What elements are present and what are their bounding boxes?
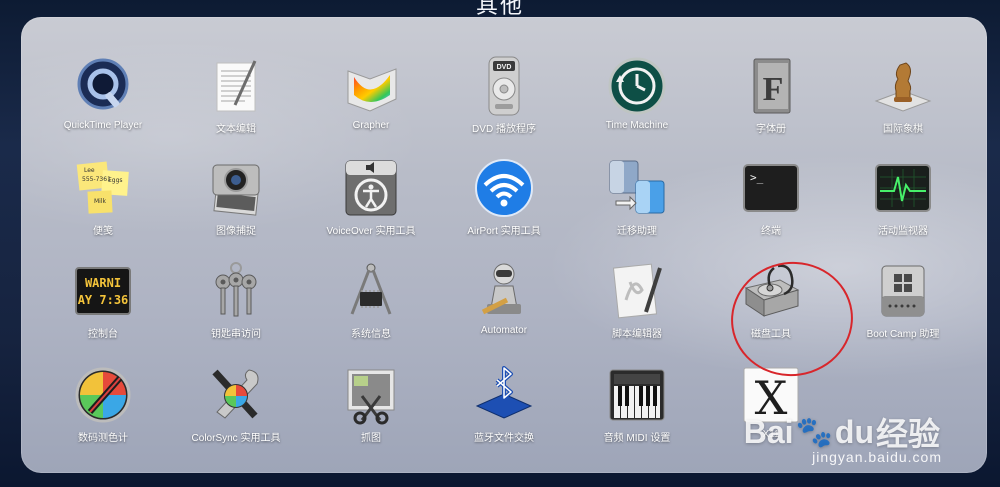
app-label: 活动监视器 <box>878 226 928 237</box>
watermark-du: du <box>834 413 874 450</box>
app-label: 迁移助理 <box>617 226 657 237</box>
colorsync-icon <box>205 364 267 426</box>
chess-icon <box>872 55 934 117</box>
grab-icon <box>340 364 402 426</box>
console-warning-text: WARNI <box>85 276 121 290</box>
app-label: Grapher <box>352 120 390 131</box>
app-image-capture[interactable]: 图像捕捉 <box>176 157 296 257</box>
app-console[interactable]: WARNI AY 7:36 控制台 <box>43 260 163 360</box>
boot-camp-icon <box>872 260 934 322</box>
app-label: 钥匙串访问 <box>211 329 261 340</box>
app-label: 脚本编辑器 <box>612 329 662 340</box>
automator-icon <box>473 260 535 322</box>
app-label: 控制台 <box>88 329 118 340</box>
console-time-text: AY 7:36 <box>78 293 129 307</box>
terminal-prompt-text: >_ <box>750 171 764 184</box>
app-stickies[interactable]: Lee 555-7361 Eggs Milk 便笺 <box>43 157 163 257</box>
app-activity-monitor[interactable]: 活动监视器 <box>843 157 963 257</box>
app-bluetooth-file-exchange[interactable]: 蓝牙文件交换 <box>444 364 564 464</box>
app-keychain-access[interactable]: 钥匙串访问 <box>176 260 296 360</box>
app-font-book[interactable]: F 字体册 <box>711 55 831 155</box>
app-label: 蓝牙文件交换 <box>474 433 534 444</box>
app-textedit[interactable]: 文本编辑 <box>176 55 296 155</box>
watermark-brand: Bai <box>743 413 794 450</box>
app-label: 系统信息 <box>351 329 391 340</box>
keychain-icon <box>205 260 267 322</box>
dvd-player-icon: DVD <box>473 55 535 117</box>
time-machine-icon <box>606 55 668 117</box>
textedit-icon <box>205 55 267 117</box>
watermark-url: jingyan.baidu.com <box>812 449 942 465</box>
airport-icon <box>473 157 535 219</box>
stickies-icon: Lee 555-7361 Eggs Milk <box>72 157 134 219</box>
app-label: 数码测色计 <box>78 433 128 444</box>
app-audio-midi-setup[interactable]: 音频 MIDI 设置 <box>577 364 697 464</box>
system-information-icon <box>340 260 402 322</box>
app-terminal[interactable]: >_ 终端 <box>711 157 831 257</box>
app-boot-camp-assistant[interactable]: Boot Camp 助理 <box>843 260 963 360</box>
app-automator[interactable]: Automator <box>444 260 564 360</box>
app-label: 字体册 <box>756 124 786 135</box>
font-book-letter: F <box>763 71 784 108</box>
sticky-note-text: Eggs <box>108 177 123 184</box>
app-migration-assistant[interactable]: 迁移助理 <box>577 157 697 257</box>
app-grab[interactable]: 抓图 <box>311 364 431 464</box>
sticky-note-text: Lee <box>84 167 95 174</box>
app-label: AirPort 实用工具 <box>467 226 541 237</box>
app-label: 终端 <box>761 226 781 237</box>
app-script-editor[interactable]: 脚本编辑器 <box>577 260 697 360</box>
sticky-note-text: Milk <box>94 198 107 205</box>
app-chess[interactable]: 国际象棋 <box>843 55 963 155</box>
app-voiceover-utility[interactable]: VoiceOver 实用工具 <box>311 157 431 257</box>
app-label: 便笺 <box>93 226 113 237</box>
digital-color-meter-icon <box>72 364 134 426</box>
script-editor-icon <box>606 260 668 322</box>
app-grapher[interactable]: Grapher <box>311 55 431 155</box>
voiceover-icon <box>340 157 402 219</box>
app-label: 文本编辑 <box>216 124 256 135</box>
app-label: DVD 播放程序 <box>472 124 536 135</box>
app-label: Boot Camp 助理 <box>866 329 940 340</box>
bluetooth-icon <box>473 364 535 426</box>
app-label: 图像捕捉 <box>216 226 256 237</box>
app-time-machine[interactable]: Time Machine <box>577 55 697 155</box>
app-dvd-player[interactable]: DVD DVD 播放程序 <box>444 55 564 155</box>
font-book-icon: F <box>740 55 802 117</box>
app-label: VoiceOver 实用工具 <box>326 226 416 237</box>
terminal-icon: >_ <box>740 157 802 219</box>
launchpad-folder-panel: QuickTime Player 文本编辑 Grapher DVD DVD 播放… <box>21 17 987 473</box>
app-airport-utility[interactable]: AirPort 实用工具 <box>444 157 564 257</box>
app-system-information[interactable]: 系统信息 <box>311 260 431 360</box>
app-grid: QuickTime Player 文本编辑 Grapher DVD DVD 播放… <box>21 17 987 473</box>
console-icon: WARNI AY 7:36 <box>72 260 134 322</box>
app-label: 音频 MIDI 设置 <box>603 433 671 444</box>
image-capture-icon <box>205 157 267 219</box>
quicktime-icon <box>72 55 134 117</box>
app-label: 国际象棋 <box>883 124 923 135</box>
app-label: Automator <box>480 325 528 336</box>
app-colorsync-utility[interactable]: ColorSync 实用工具 <box>176 364 296 464</box>
sticky-note-text: 555-7361 <box>82 176 111 183</box>
app-label: QuickTime Player <box>63 120 143 131</box>
audio-midi-icon <box>606 364 668 426</box>
dvd-logo-text: DVD <box>497 64 512 71</box>
app-label: Time Machine <box>605 120 669 131</box>
app-quicktime-player[interactable]: QuickTime Player <box>43 55 163 155</box>
baidu-paw-icon: 🐾 <box>795 415 833 449</box>
migration-assistant-icon <box>606 157 668 219</box>
app-label: ColorSync 实用工具 <box>191 433 281 444</box>
app-digital-color-meter[interactable]: 数码测色计 <box>43 364 163 464</box>
activity-monitor-icon <box>872 157 934 219</box>
grapher-icon <box>340 55 402 117</box>
app-label: 抓图 <box>361 433 381 444</box>
